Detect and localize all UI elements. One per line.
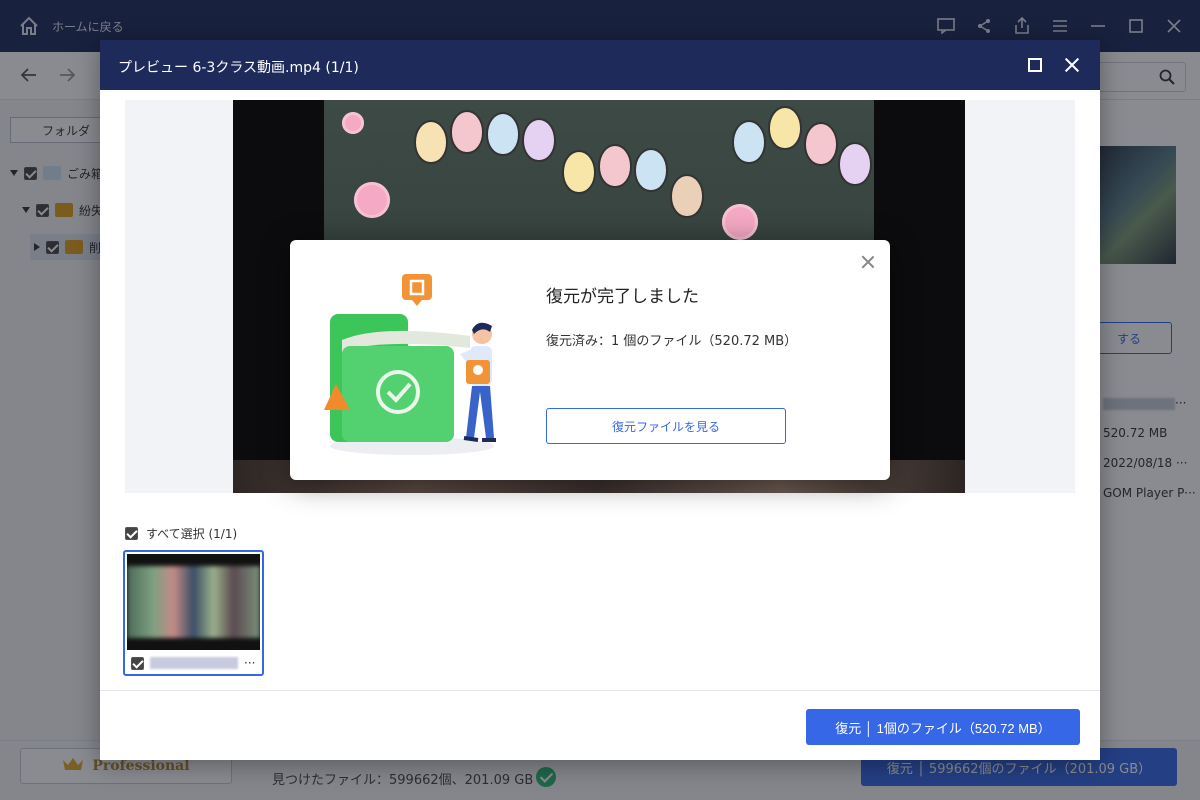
recovery-complete-dialog: 復元が完了しました 復元済み：1 個のファイル（520.72 MB） 復元ファイ… bbox=[290, 240, 890, 480]
balloon-decoration bbox=[598, 144, 632, 188]
balloon-decoration bbox=[414, 120, 448, 164]
select-all-label: すべて選択 (1/1) bbox=[146, 527, 238, 541]
divider bbox=[100, 690, 1100, 691]
balloon-decoration bbox=[450, 110, 484, 154]
balloon-decoration bbox=[804, 122, 838, 166]
preview-title: プレビュー 6-3クラス動画.mp4 (1/1) bbox=[118, 60, 359, 76]
preview-title-bar: プレビュー 6-3クラス動画.mp4 (1/1) bbox=[100, 40, 1100, 90]
flower-decoration bbox=[722, 204, 758, 240]
balloon-decoration bbox=[486, 112, 520, 156]
balloon-decoration bbox=[732, 120, 766, 164]
video-thumbnail bbox=[127, 554, 260, 650]
dialog-detail: 復元済み：1 個のファイル（520.72 MB） bbox=[546, 334, 798, 349]
maximize-icon[interactable] bbox=[1028, 58, 1042, 72]
thumbnail-caption: ··· bbox=[131, 656, 255, 670]
balloon-decoration bbox=[562, 150, 596, 194]
balloon-decoration bbox=[634, 148, 668, 192]
filename-ellipsis: ··· bbox=[244, 656, 256, 670]
checkbox[interactable] bbox=[125, 527, 138, 540]
flower-decoration bbox=[342, 112, 364, 134]
thumbnail-checkbox[interactable] bbox=[131, 656, 144, 670]
balloon-decoration bbox=[838, 142, 872, 186]
blurred-filename bbox=[150, 657, 238, 669]
select-all-checkbox[interactable]: すべて選択 (1/1) bbox=[125, 525, 237, 542]
flower-decoration bbox=[354, 182, 390, 218]
close-icon[interactable] bbox=[1062, 55, 1082, 75]
view-recovered-files-button[interactable]: 復元ファイルを見る bbox=[546, 408, 786, 444]
file-thumbnail-card[interactable]: ··· bbox=[123, 550, 264, 676]
close-icon[interactable] bbox=[860, 254, 876, 270]
balloon-decoration bbox=[670, 174, 704, 218]
recover-selected-button[interactable]: 復元 │ 1個のファイル（520.72 MB） bbox=[806, 709, 1080, 745]
balloon-decoration bbox=[522, 118, 556, 162]
dialog-title: 復元が完了しました bbox=[546, 287, 699, 307]
folder-illustration bbox=[324, 274, 496, 455]
balloon-decoration bbox=[768, 106, 802, 150]
